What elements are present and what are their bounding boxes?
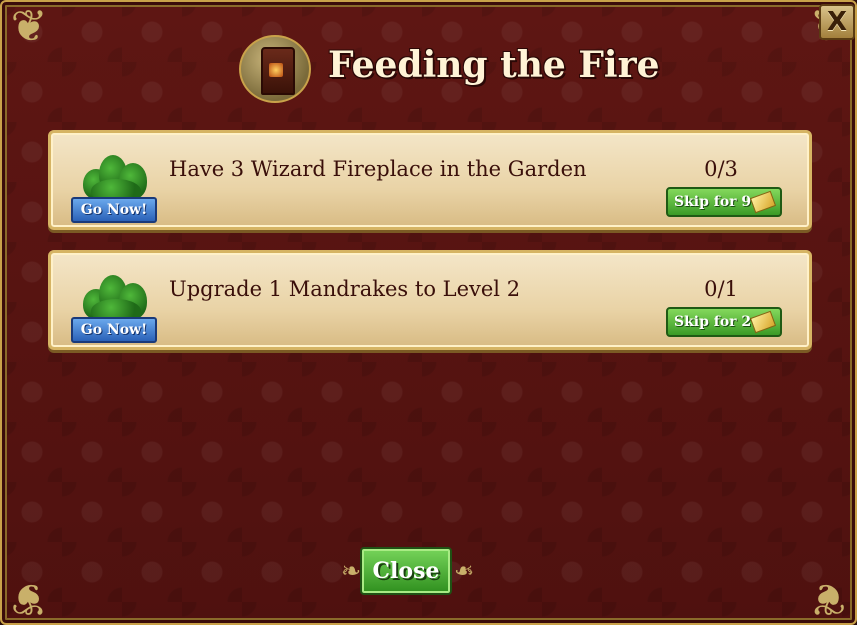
gold-bars-icon bbox=[749, 310, 777, 334]
go-now-button[interactable]: Go Now! bbox=[71, 317, 157, 343]
corner-ornament-icon: ❦ bbox=[809, 573, 847, 624]
task-progress: 0/1 bbox=[704, 277, 738, 301]
wizard-fireplace-icon bbox=[239, 35, 311, 103]
close-x-button[interactable]: X bbox=[819, 4, 855, 40]
gold-bars-icon bbox=[749, 190, 777, 214]
corner-ornament-icon: ❦ bbox=[10, 573, 48, 624]
skip-label: Skip for 2 bbox=[674, 314, 752, 330]
task-progress: 0/3 bbox=[704, 157, 738, 181]
task-row: Go Now! Upgrade 1 Mandrakes to Level 2 0… bbox=[48, 250, 812, 350]
skip-label: Skip for 9 bbox=[674, 194, 752, 210]
dialog-title: Feeding the Fire bbox=[328, 44, 660, 86]
task-description: Upgrade 1 Mandrakes to Level 2 bbox=[169, 277, 521, 301]
go-now-button[interactable]: Go Now! bbox=[71, 197, 157, 223]
skip-button[interactable]: Skip for 2 bbox=[666, 307, 782, 337]
quest-dialog: ❦ ❦ ❦ ❦ X Feeding the Fire Go Now! Have … bbox=[0, 0, 857, 625]
skip-button[interactable]: Skip for 9 bbox=[666, 187, 782, 217]
flourish-icon: ❧ bbox=[340, 557, 362, 585]
task-description: Have 3 Wizard Fireplace in the Garden bbox=[169, 157, 587, 181]
corner-ornament-icon: ❦ bbox=[10, 1, 48, 52]
task-row: Go Now! Have 3 Wizard Fireplace in the G… bbox=[48, 130, 812, 230]
flourish-icon: ❧ bbox=[453, 557, 475, 585]
close-button[interactable]: Close bbox=[360, 547, 452, 595]
